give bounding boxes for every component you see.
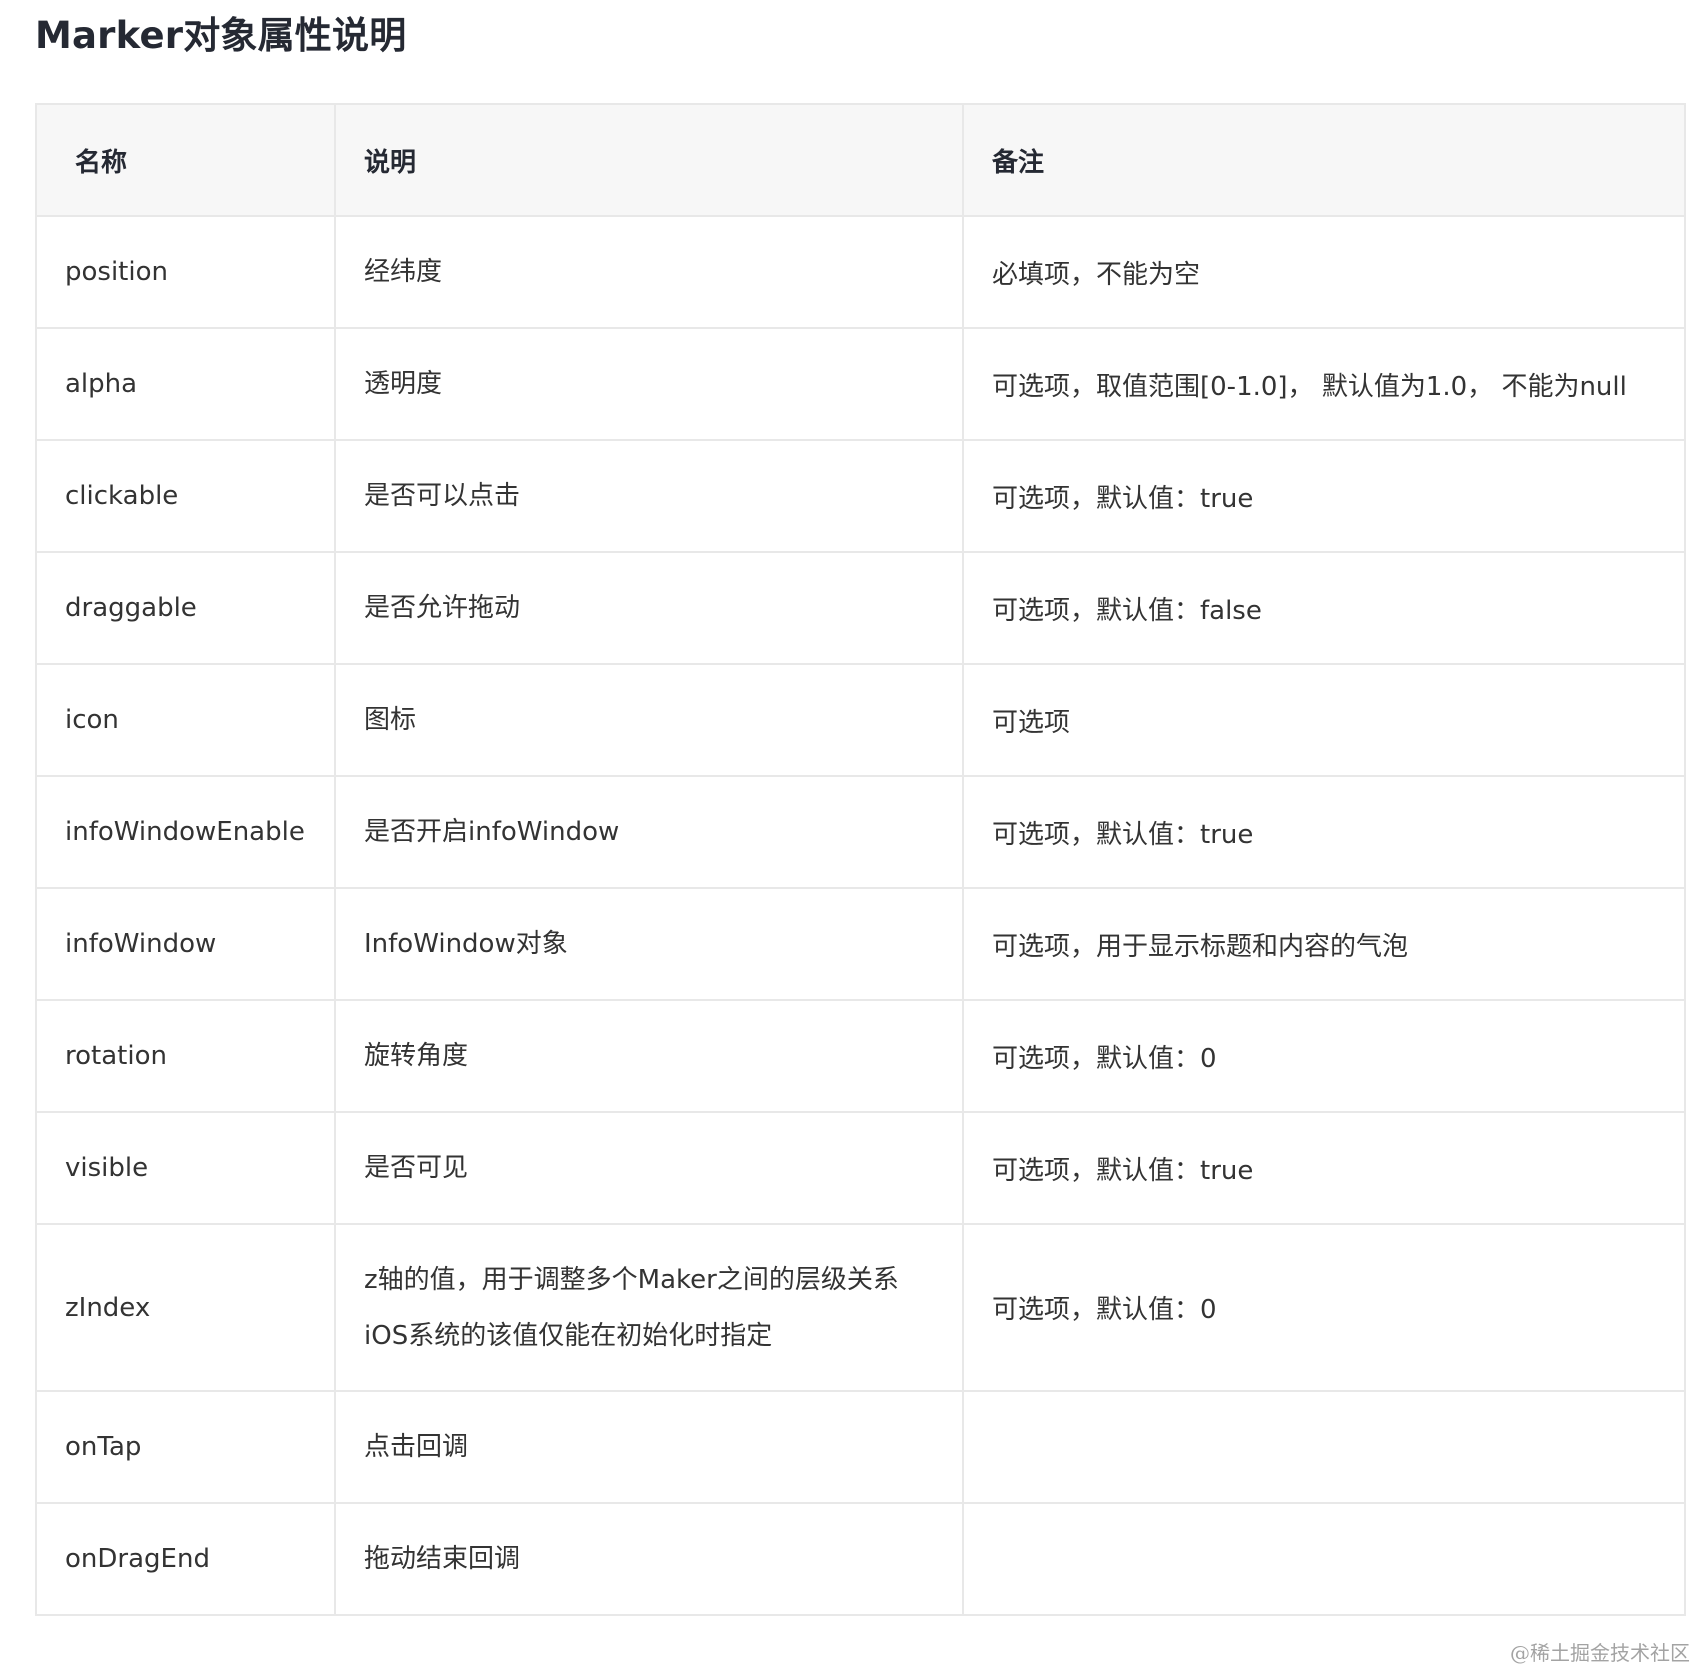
property-name: infoWindow [35, 887, 336, 1001]
property-name: rotation [35, 999, 336, 1113]
property-name: clickable [35, 439, 336, 553]
property-name: position [35, 215, 336, 329]
header-description: 说明 [334, 103, 964, 217]
property-description: 是否可以点击 [334, 439, 964, 553]
description-line: 是否可见 [364, 1153, 469, 1183]
description-line: z轴的值，用于调整多个Maker之间的层级关系 [364, 1264, 899, 1295]
description-line: 点击回调 [364, 1432, 469, 1462]
property-note: 可选项，默认值：false [962, 551, 1686, 665]
property-description: 是否开启infoWindow [334, 775, 964, 889]
table-row: onTap 点击回调 [35, 1390, 1686, 1504]
property-note [962, 1390, 1686, 1504]
property-note: 可选项，默认值：true [962, 439, 1686, 553]
property-description: 点击回调 [334, 1390, 964, 1504]
page-title: Marker对象属性说明 [35, 14, 407, 57]
table-row: zIndex z轴的值，用于调整多个Maker之间的层级关系 iOS系统的该值仅… [35, 1223, 1686, 1392]
property-note: 可选项，默认值：true [962, 775, 1686, 889]
property-description: 旋转角度 [334, 999, 964, 1113]
property-name: onDragEnd [35, 1502, 336, 1616]
table-row: visible 是否可见 可选项，默认值：true [35, 1111, 1686, 1225]
table-row: infoWindow InfoWindow对象 可选项，用于显示标题和内容的气泡 [35, 887, 1686, 1001]
table-row: onDragEnd 拖动结束回调 [35, 1502, 1686, 1616]
table-row: infoWindowEnable 是否开启infoWindow 可选项，默认值：… [35, 775, 1686, 889]
property-description: 经纬度 [334, 215, 964, 329]
table-row: alpha 透明度 可选项，取值范围[0-1.0]， 默认值为1.0， 不能为n… [35, 327, 1686, 441]
description-line: iOS系统的该值仅能在初始化时指定 [364, 1320, 773, 1351]
description-line: 旋转角度 [364, 1041, 469, 1071]
property-name: icon [35, 663, 336, 777]
table-row: rotation 旋转角度 可选项，默认值：0 [35, 999, 1686, 1113]
property-name: visible [35, 1111, 336, 1225]
table-row: position 经纬度 必填项，不能为空 [35, 215, 1686, 329]
properties-table-container: 名称 说明 备注 position 经纬度 必填项，不能为空 alpha 透明度… [35, 103, 1686, 1616]
property-note: 可选项，用于显示标题和内容的气泡 [962, 887, 1686, 1001]
table-row: draggable 是否允许拖动 可选项，默认值：false [35, 551, 1686, 665]
property-description: 是否允许拖动 [334, 551, 964, 665]
property-name: infoWindowEnable [35, 775, 336, 889]
description-line: 图标 [364, 705, 417, 735]
property-note: 可选项，默认值：0 [962, 999, 1686, 1113]
property-note [962, 1502, 1686, 1616]
table-row: clickable 是否可以点击 可选项，默认值：true [35, 439, 1686, 553]
property-note: 可选项 [962, 663, 1686, 777]
header-name: 名称 [35, 103, 336, 217]
property-description: 透明度 [334, 327, 964, 441]
description-line: 透明度 [364, 369, 443, 399]
property-note: 可选项，取值范围[0-1.0]， 默认值为1.0， 不能为null [962, 327, 1686, 441]
property-description: 拖动结束回调 [334, 1502, 964, 1616]
header-note: 备注 [962, 103, 1686, 217]
property-note: 可选项，默认值：0 [962, 1223, 1686, 1392]
description-line: 拖动结束回调 [364, 1544, 521, 1574]
description-line: 是否开启infoWindow [364, 817, 620, 847]
description-line: 是否允许拖动 [364, 593, 521, 623]
property-description: 是否可见 [334, 1111, 964, 1225]
property-name: zIndex [35, 1223, 336, 1392]
property-note: 可选项，默认值：true [962, 1111, 1686, 1225]
properties-table: 名称 说明 备注 position 经纬度 必填项，不能为空 alpha 透明度… [35, 103, 1686, 1616]
property-description: z轴的值，用于调整多个Maker之间的层级关系 iOS系统的该值仅能在初始化时指… [334, 1223, 964, 1392]
property-name: onTap [35, 1390, 336, 1504]
property-note: 必填项，不能为空 [962, 215, 1686, 329]
watermark: @稀土掘金技术社区 [1510, 1641, 1690, 1665]
table-header-row: 名称 说明 备注 [35, 103, 1686, 217]
description-line: 是否可以点击 [364, 481, 521, 511]
property-description: 图标 [334, 663, 964, 777]
property-name: draggable [35, 551, 336, 665]
description-line: InfoWindow对象 [364, 929, 568, 959]
description-line: 经纬度 [364, 257, 443, 287]
property-name: alpha [35, 327, 336, 441]
table-row: icon 图标 可选项 [35, 663, 1686, 777]
property-description: InfoWindow对象 [334, 887, 964, 1001]
